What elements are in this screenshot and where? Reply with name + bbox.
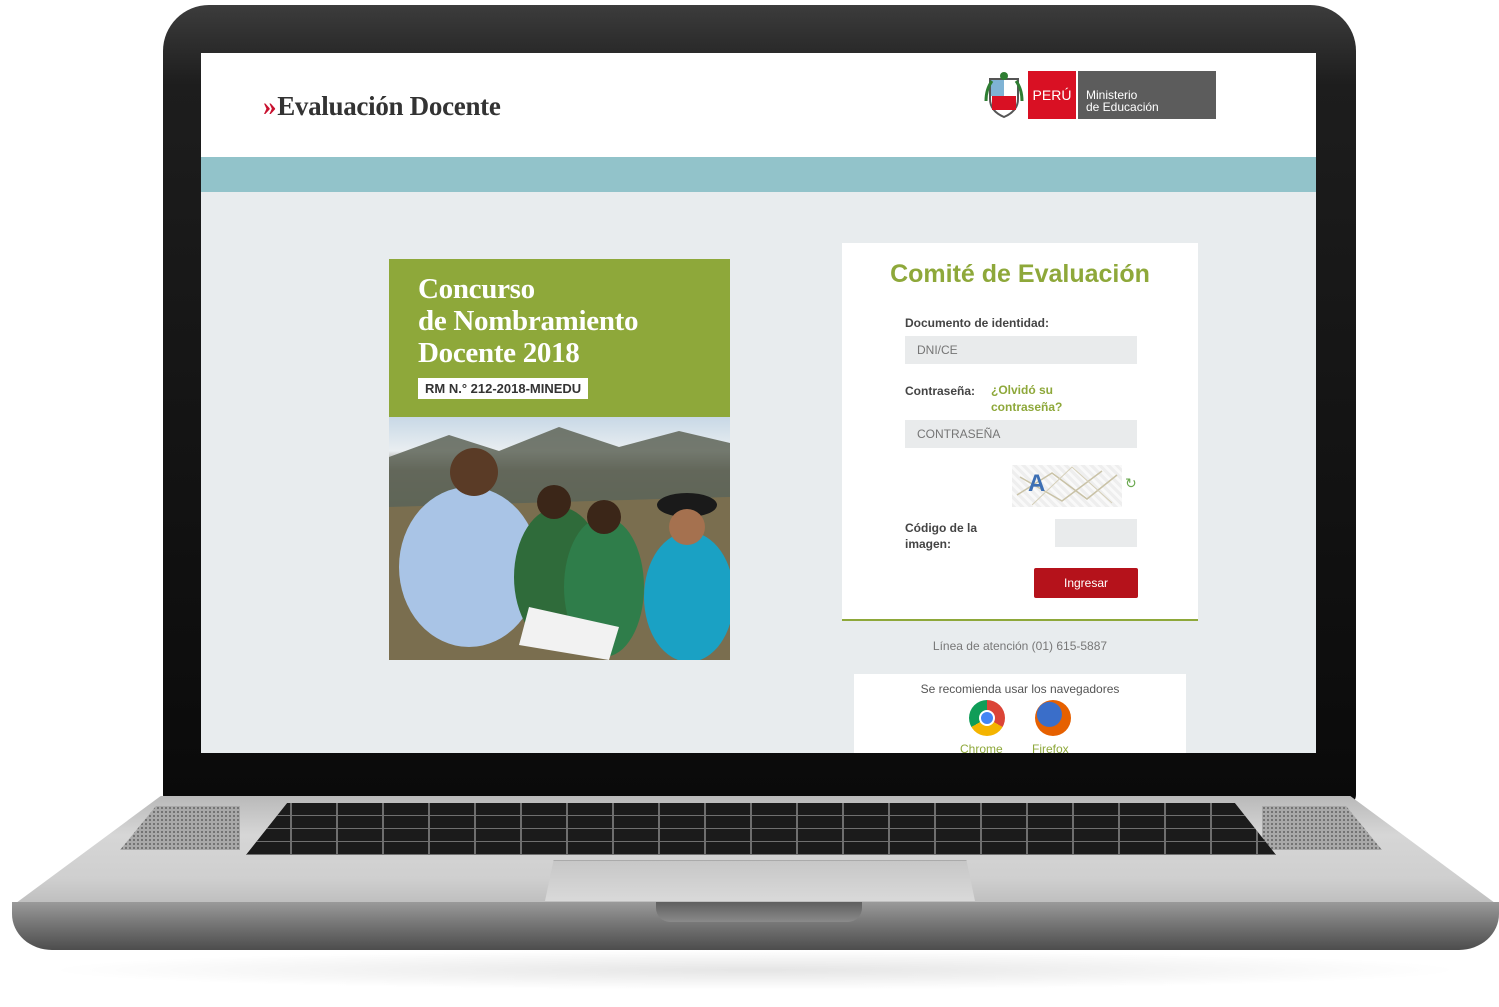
laptop-trackpad xyxy=(545,860,975,901)
contest-banner: Concurso de Nombramiento Docente 2018 RM… xyxy=(389,259,730,660)
banner-title: Concurso de Nombramiento Docente 2018 xyxy=(418,273,639,369)
document-input[interactable] xyxy=(905,336,1137,364)
banner-title-line-2: de Nombramiento xyxy=(418,305,639,337)
login-card: Comité de Evaluación Documento de identi… xyxy=(842,243,1198,621)
chrome-link[interactable]: Chrome xyxy=(960,742,1003,753)
banner-title-line-3: Docente 2018 xyxy=(418,337,580,369)
login-title: Comité de Evaluación xyxy=(890,260,1150,288)
forgot-password-link[interactable]: ¿Olvidó su contraseña? xyxy=(991,382,1081,416)
chrome-icon[interactable] xyxy=(969,700,1005,736)
banner-header: Concurso de Nombramiento Docente 2018 RM… xyxy=(389,259,730,417)
captcha-input[interactable] xyxy=(1055,519,1137,547)
login-button[interactable]: Ingresar xyxy=(1034,568,1138,598)
laptop-notch xyxy=(656,902,862,922)
brand-logo[interactable]: »Evaluación Docente xyxy=(263,91,501,122)
site-header: »Evaluación Docente PERÚ Ministerio de E… xyxy=(201,53,1316,157)
captcha-label: Código de la imagen: xyxy=(905,521,977,551)
resolution-badge: RM N.° 212-2018-MINEDU xyxy=(418,378,589,399)
minedu-logo[interactable]: PERÚ Ministerio de Educación xyxy=(984,71,1216,119)
refresh-captcha-icon[interactable]: ↻ xyxy=(1125,475,1137,492)
brand-title: Evaluación Docente xyxy=(277,91,501,121)
captcha-letter: A xyxy=(1028,470,1046,497)
captcha-image: A xyxy=(1012,465,1122,507)
browser-recommendation-title: Se recomienda usar los navegadores xyxy=(920,682,1120,696)
password-input[interactable] xyxy=(905,420,1137,448)
browser-screen: »Evaluación Docente PERÚ Ministerio de E… xyxy=(201,53,1316,753)
header-band xyxy=(201,157,1316,192)
banner-photo xyxy=(389,417,730,660)
browser-recommendation: Se recomienda usar los navegadores Chrom… xyxy=(854,674,1186,753)
password-label: Contraseña: xyxy=(905,384,976,398)
brand-chevron-icon: » xyxy=(263,91,277,121)
laptop-shadow xyxy=(40,950,1470,990)
ministry-line-2: de Educación xyxy=(1086,100,1159,114)
document-label: Documento de identidad: xyxy=(905,316,1049,330)
peru-label: PERÚ xyxy=(1028,71,1076,119)
laptop-keyboard xyxy=(246,803,1276,855)
banner-title-line-1: Concurso xyxy=(418,273,535,305)
support-phone: Línea de atención (01) 615-5887 xyxy=(932,639,1108,653)
peru-crest-icon xyxy=(984,71,1024,119)
firefox-icon[interactable] xyxy=(1035,700,1071,736)
speaker-left xyxy=(120,806,240,850)
firefox-link[interactable]: Firefox xyxy=(1032,742,1069,753)
ministry-label: Ministerio de Educación xyxy=(1078,71,1216,119)
